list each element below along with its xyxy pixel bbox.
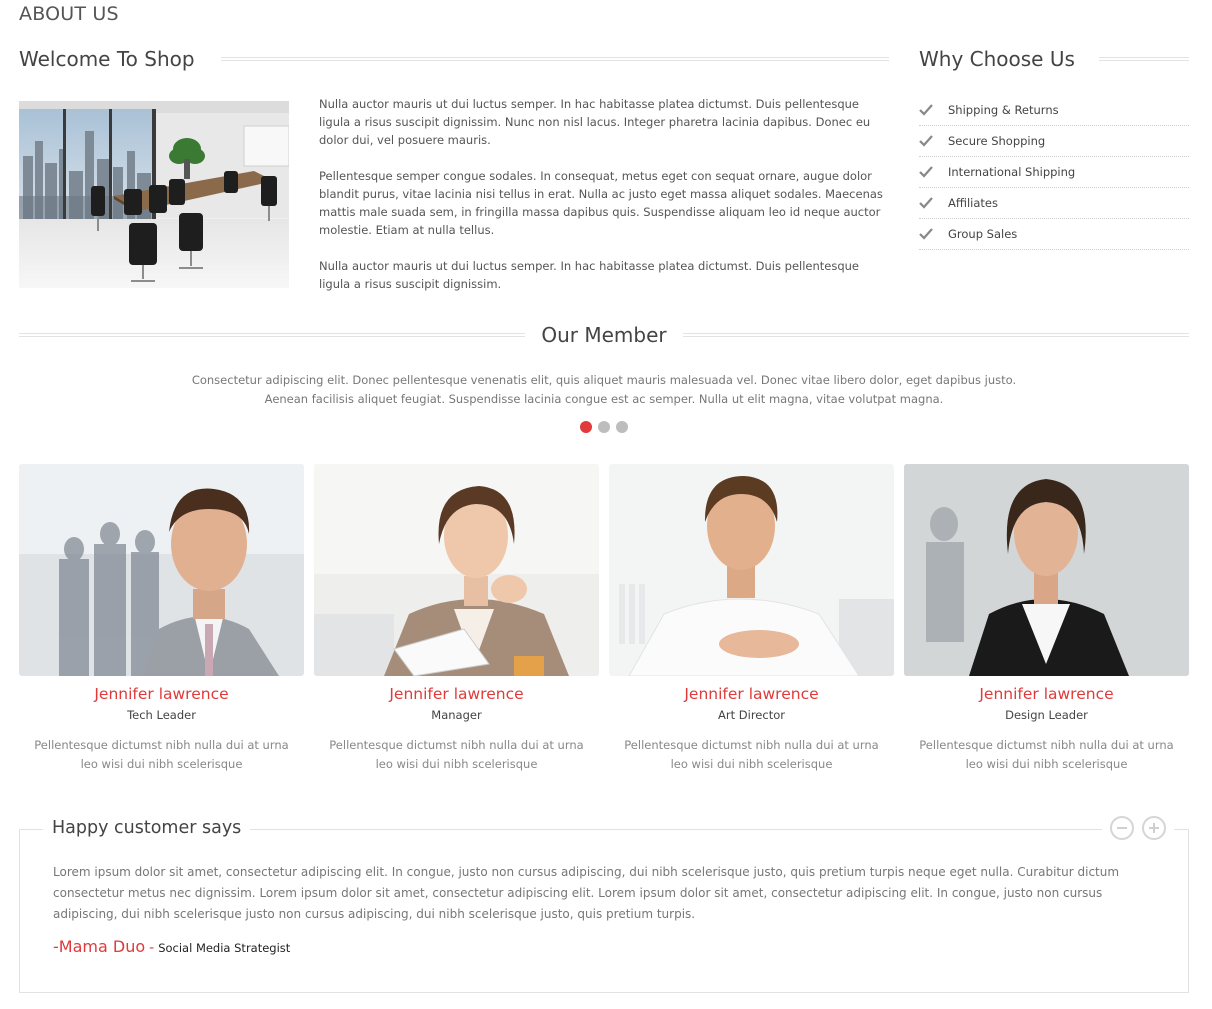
member-role: Tech Leader bbox=[127, 708, 196, 722]
why-section-header: Why Choose Us bbox=[919, 47, 1189, 71]
member-role: Art Director bbox=[718, 708, 785, 722]
why-item-label: International Shipping bbox=[948, 165, 1076, 179]
why-item-international-shipping[interactable]: International Shipping bbox=[919, 157, 1189, 188]
welcome-heading: Welcome To Shop bbox=[19, 47, 195, 71]
check-icon bbox=[919, 102, 948, 118]
page-title: ABOUT US bbox=[19, 3, 119, 25]
member-list: Jennifer lawrence Tech Leader Pellentesq… bbox=[19, 464, 1189, 774]
welcome-text: Nulla auctor mauris ut dui luctus semper… bbox=[319, 95, 889, 311]
member-card: Jennifer lawrence Tech Leader Pellentesq… bbox=[19, 464, 304, 774]
carousel-dot-3[interactable] bbox=[616, 421, 628, 433]
carousel-dot-1[interactable] bbox=[580, 421, 592, 433]
author-role: Social Media Strategist bbox=[158, 941, 291, 955]
member-name[interactable]: Jennifer lawrence bbox=[19, 684, 304, 704]
testimonial-text: Lorem ipsum dolor sit amet, consectetur … bbox=[53, 865, 1120, 921]
testimonial-heading: Happy customer says bbox=[43, 817, 251, 839]
member-photo bbox=[314, 464, 599, 676]
member-name[interactable]: Jennifer lawrence bbox=[314, 684, 599, 704]
member-description-line: Consectetur adipiscing elit. Donec pelle… bbox=[191, 373, 1017, 387]
welcome-section-header: Welcome To Shop bbox=[19, 47, 889, 71]
why-item-label: Shipping & Returns bbox=[948, 103, 1059, 117]
heading-divider bbox=[19, 333, 526, 337]
why-item-label: Group Sales bbox=[948, 227, 1018, 241]
member-card: Jennifer lawrence Manager Pellentesque d… bbox=[314, 464, 599, 774]
why-list: Shipping & Returns Secure Shopping Inter… bbox=[919, 95, 1189, 250]
check-icon bbox=[919, 195, 948, 211]
why-heading: Why Choose Us bbox=[919, 47, 1075, 71]
member-section-header: Our Member bbox=[19, 323, 1190, 347]
heading-divider bbox=[220, 57, 889, 61]
check-icon bbox=[919, 164, 948, 180]
member-bio: Pellentesque dictumst nibh nulla dui at … bbox=[624, 738, 879, 771]
why-item-shipping-returns[interactable]: Shipping & Returns bbox=[919, 95, 1189, 126]
member-role: Manager bbox=[431, 708, 482, 722]
member-description-line: Aenean facilisis aliquet feugiat. Suspen… bbox=[264, 392, 944, 406]
member-photo bbox=[19, 464, 304, 676]
member-description: Consectetur adipiscing elit. Donec pelle… bbox=[19, 371, 1189, 409]
member-heading: Our Member bbox=[541, 323, 667, 347]
why-item-affiliates[interactable]: Affiliates bbox=[919, 188, 1189, 219]
why-item-label: Affiliates bbox=[948, 196, 998, 210]
member-photo bbox=[904, 464, 1189, 676]
member-bio: Pellentesque dictumst nibh nulla dui at … bbox=[329, 738, 584, 771]
member-photo bbox=[609, 464, 894, 676]
welcome-paragraph: Pellentesque semper congue sodales. In c… bbox=[319, 169, 883, 237]
member-name[interactable]: Jennifer lawrence bbox=[609, 684, 894, 704]
member-bio: Pellentesque dictumst nibh nulla dui at … bbox=[919, 738, 1174, 771]
member-card: Jennifer lawrence Design Leader Pellente… bbox=[904, 464, 1189, 774]
why-item-secure-shopping[interactable]: Secure Shopping bbox=[919, 126, 1189, 157]
testimonial-nav bbox=[1102, 816, 1174, 840]
office-image bbox=[19, 101, 289, 288]
heading-divider bbox=[1098, 57, 1189, 61]
heading-divider bbox=[682, 333, 1190, 337]
author-name: Mama Duo bbox=[58, 937, 146, 956]
member-name[interactable]: Jennifer lawrence bbox=[904, 684, 1189, 704]
member-bio: Pellentesque dictumst nibh nulla dui at … bbox=[34, 738, 289, 771]
why-item-label: Secure Shopping bbox=[948, 134, 1046, 148]
author-separator: - bbox=[149, 940, 155, 956]
carousel-pagination bbox=[580, 421, 628, 433]
welcome-paragraph: Nulla auctor mauris ut dui luctus semper… bbox=[319, 259, 860, 291]
minus-circle-icon[interactable] bbox=[1110, 816, 1134, 840]
plus-circle-icon[interactable] bbox=[1142, 816, 1166, 840]
welcome-paragraph: Nulla auctor mauris ut dui luctus semper… bbox=[319, 97, 871, 147]
testimonial-author: - Mama Duo - Social Media Strategist bbox=[53, 937, 290, 956]
member-card: Jennifer lawrence Art Director Pellentes… bbox=[609, 464, 894, 774]
carousel-dot-2[interactable] bbox=[598, 421, 610, 433]
check-icon bbox=[919, 226, 948, 242]
check-icon bbox=[919, 133, 948, 149]
why-item-group-sales[interactable]: Group Sales bbox=[919, 219, 1189, 250]
member-role: Design Leader bbox=[1005, 708, 1088, 722]
